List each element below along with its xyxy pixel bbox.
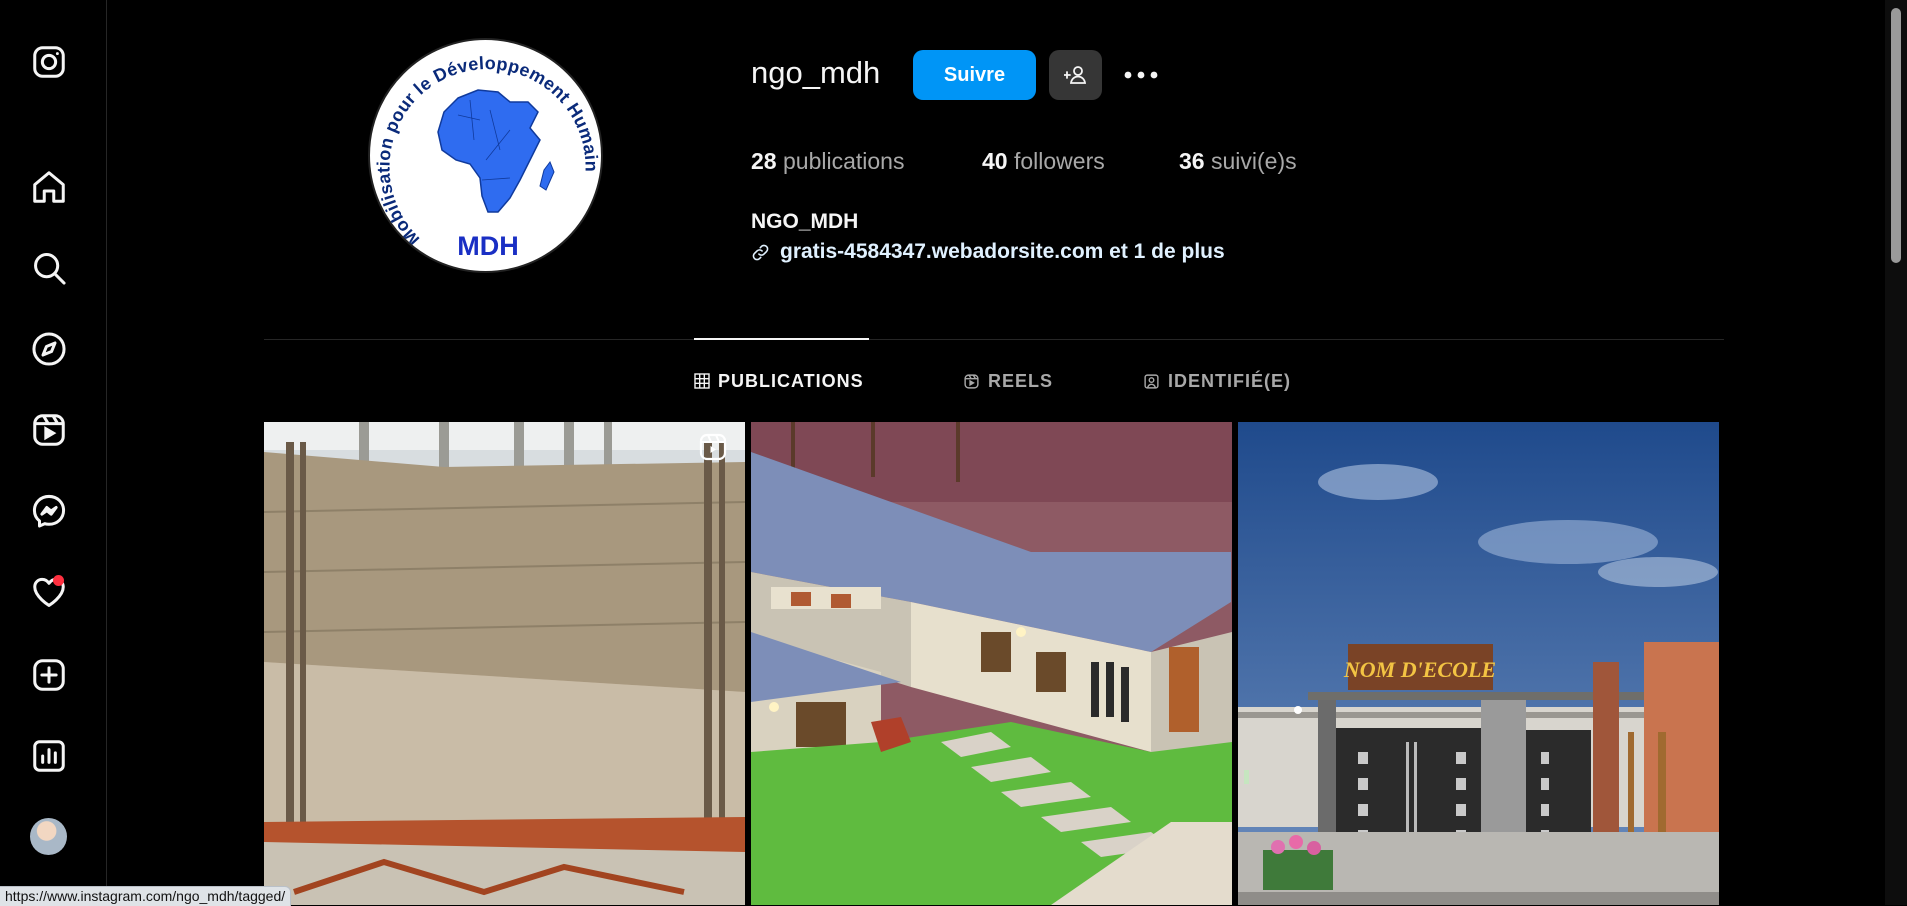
post-thumbnail[interactable] xyxy=(751,422,1232,905)
more-icon xyxy=(1124,71,1158,79)
tab-reels[interactable]: REELS xyxy=(963,340,1053,422)
add-user-icon xyxy=(1063,66,1086,84)
create-icon[interactable] xyxy=(28,654,70,696)
tab-publications-label: PUBLICATIONS xyxy=(718,370,864,391)
tab-tagged-label: IDENTIFIÉ(E) xyxy=(1168,370,1291,391)
profile-picture: Mobilisation pour le Développement Humai… xyxy=(368,38,603,273)
instagram-icon[interactable] xyxy=(28,41,70,83)
follow-button[interactable]: Suivre xyxy=(913,50,1036,100)
tab-tagged[interactable]: IDENTIFIÉ(E) xyxy=(1143,340,1291,422)
scrollbar-thumb[interactable] xyxy=(1891,8,1901,263)
link-icon xyxy=(752,244,769,260)
suggested-users-button[interactable] xyxy=(1049,50,1102,100)
dashboard-icon[interactable] xyxy=(28,735,70,777)
tagged-icon xyxy=(1144,373,1159,389)
post-thumbnail[interactable] xyxy=(264,422,745,905)
explore-icon[interactable] xyxy=(28,328,70,370)
heart-icon[interactable] xyxy=(28,571,70,613)
sidebar xyxy=(0,0,107,905)
profile-avatar[interactable] xyxy=(30,818,67,855)
profile-username: ngo_mdh xyxy=(751,55,881,90)
profile-display-name: NGO_MDH xyxy=(751,210,859,233)
notification-dot xyxy=(53,575,64,586)
school-sign-text: NOM D'ECOLE xyxy=(1343,657,1496,682)
more-options-button[interactable] xyxy=(1122,62,1160,88)
profile-link-text: gratis-4584347.webadorsite.com et 1 de p… xyxy=(780,240,1225,263)
tab-reels-label: REELS xyxy=(988,370,1054,391)
stat-publications: 28 publications xyxy=(751,148,905,174)
post-thumbnail[interactable]: NOM D'ECOLE xyxy=(1238,422,1719,905)
tab-publications[interactable]: PUBLICATIONS xyxy=(694,340,864,422)
logo-abbrev: MDH xyxy=(457,231,519,261)
stat-following[interactable]: 36 suivi(e)s xyxy=(1179,148,1297,175)
messenger-icon[interactable] xyxy=(28,490,70,532)
reels-icon[interactable] xyxy=(28,409,70,451)
page-scrollbar[interactable] xyxy=(1885,0,1907,905)
search-icon[interactable] xyxy=(28,247,70,289)
stat-followers[interactable]: 40 followers xyxy=(982,148,1105,175)
home-icon[interactable] xyxy=(28,166,70,208)
reels-tab-icon xyxy=(964,373,979,389)
status-bar-url: https://www.instagram.com/ngo_mdh/tagged… xyxy=(0,886,292,906)
profile-link[interactable]: gratis-4584347.webadorsite.com et 1 de p… xyxy=(751,240,1225,264)
grid-icon xyxy=(694,373,710,389)
